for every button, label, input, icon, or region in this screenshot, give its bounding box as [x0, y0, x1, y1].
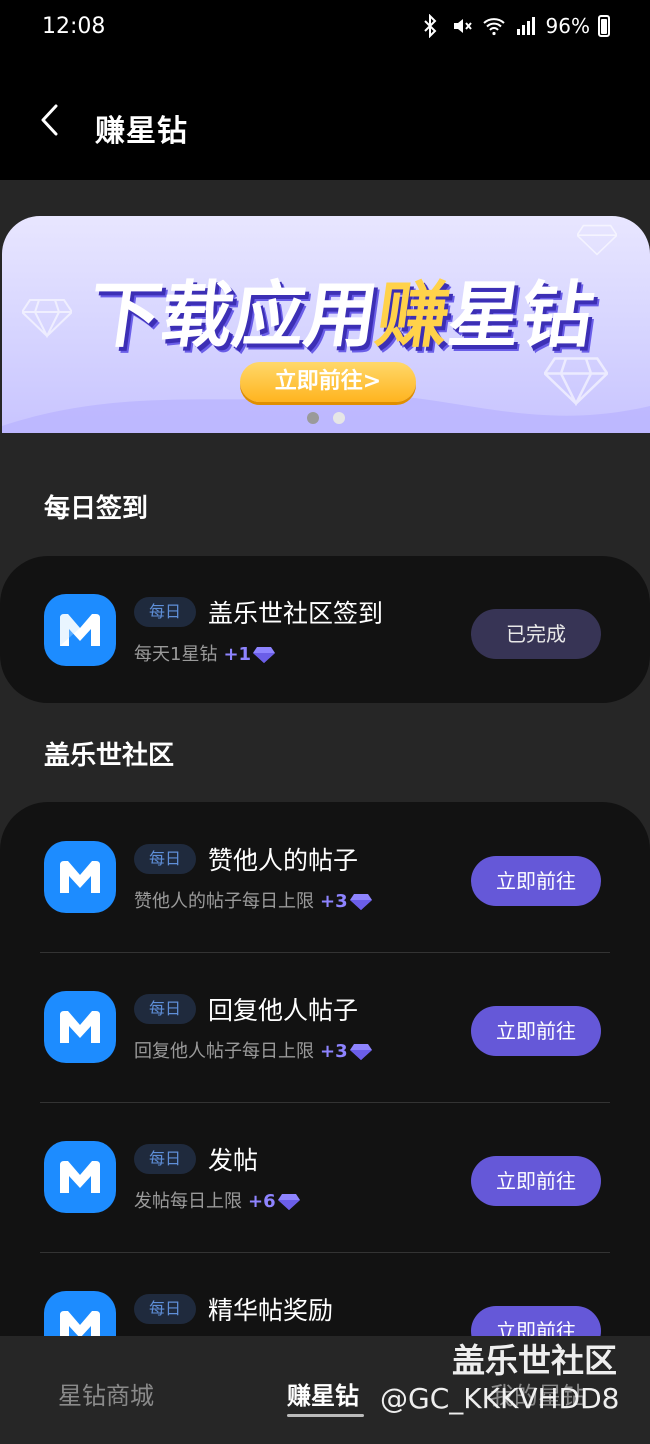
daily-tag: 每日: [134, 994, 196, 1024]
list-item: 每日 回复他人帖子 回复他人帖子每日上限 +3 立即前往: [0, 952, 650, 1102]
battery-percent: 96%: [545, 14, 590, 38]
members-app-icon: [44, 594, 116, 666]
task-desc: 每天1星钻 +1: [134, 640, 276, 666]
list-item: 每日 盖乐世社区签到 每天1星钻 +1 已完成: [0, 556, 650, 706]
banner-headline-part1: 下载应用: [83, 273, 384, 357]
promo-banner[interactable]: 下载应用赚星钻 立即前往>: [2, 216, 650, 433]
task-desc-text: 赞他人的帖子每日上限: [134, 891, 314, 912]
section-title-community: 盖乐世社区: [44, 741, 175, 771]
status-time: 12:08: [42, 14, 106, 39]
diamond-icon: [349, 1044, 372, 1060]
daily-tag: 每日: [134, 1144, 196, 1174]
list-item: 每日 发帖 发帖每日上限 +6 立即前往: [0, 1102, 650, 1252]
carousel-dot-active[interactable]: [307, 412, 319, 424]
task-name: 发帖: [208, 1146, 259, 1175]
task-desc: 发帖每日上限 +6: [134, 1187, 300, 1213]
carousel-dot[interactable]: [333, 412, 345, 424]
task-name: 精华帖奖励: [208, 1296, 334, 1325]
task-name: 盖乐世社区签到: [208, 599, 384, 628]
members-app-icon: [44, 841, 116, 913]
task-name: 赞他人的帖子: [208, 846, 359, 875]
nav-active-indicator: [287, 1414, 364, 1417]
members-app-icon: [44, 1141, 116, 1213]
bluetooth-icon: [423, 14, 436, 38]
reward-amount: +6: [248, 1191, 276, 1212]
signal-icon: [516, 17, 535, 35]
reward-amount: +3: [320, 1041, 348, 1062]
status-bar: 12:08 96%: [0, 0, 650, 60]
battery-icon: [598, 15, 610, 37]
diamond-icon: [349, 894, 372, 910]
go-button[interactable]: 立即前往: [471, 1156, 601, 1206]
nav-item-star-mall[interactable]: 星钻商城: [58, 1376, 154, 1411]
task-desc-text: 发帖每日上限: [134, 1191, 242, 1212]
task-desc: 回复他人帖子每日上限 +3: [134, 1037, 372, 1063]
wifi-icon: [482, 18, 505, 36]
daily-tag: 每日: [134, 1294, 196, 1324]
task-name: 回复他人帖子: [208, 996, 359, 1025]
members-app-icon: [44, 991, 116, 1063]
banner-go-button[interactable]: 立即前往>: [240, 362, 416, 402]
nav-item-earn-stars[interactable]: 赚星钻: [287, 1376, 359, 1411]
mute-icon: [453, 19, 472, 33]
task-desc-text: 回复他人帖子每日上限: [134, 1041, 314, 1062]
task-desc-text: 每天1星钻: [134, 644, 218, 665]
watermark-title: 盖乐世社区: [452, 1341, 617, 1380]
diamond-icon: [577, 224, 617, 256]
reward-amount: +1: [223, 644, 252, 665]
daily-checkin-card: 每日 盖乐世社区签到 每天1星钻 +1 已完成: [0, 556, 650, 703]
daily-tag: 每日: [134, 844, 196, 874]
diamond-icon: [22, 299, 72, 338]
task-desc: 赞他人的帖子每日上限 +3: [134, 887, 372, 913]
status-icons: 96%: [418, 14, 610, 38]
list-item: 每日 赞他人的帖子 赞他人的帖子每日上限 +3 立即前往: [0, 802, 650, 952]
banner-headline: 下载应用赚星钻: [83, 256, 602, 361]
community-tasks-card: 每日 赞他人的帖子 赞他人的帖子每日上限 +3 立即前往 每日 回复他人帖子 回复…: [0, 802, 650, 1363]
banner-headline-part3: 星钻: [443, 273, 600, 357]
top-app-bar: 赚星钻: [0, 60, 650, 180]
checkin-completed-button[interactable]: 已完成: [471, 609, 601, 659]
go-button[interactable]: 立即前往: [471, 1006, 601, 1056]
back-arrow-icon[interactable]: [30, 98, 74, 142]
go-button[interactable]: 立即前往: [471, 856, 601, 906]
banner-headline-highlight: 赚: [371, 273, 456, 357]
watermark-handle: @GC_KKKVHDD8: [380, 1382, 620, 1415]
section-title-daily: 每日签到: [44, 494, 149, 524]
page-title: 赚星钻: [95, 114, 188, 149]
reward-amount: +3: [320, 891, 348, 912]
daily-tag: 每日: [134, 597, 196, 627]
diamond-icon: [277, 1194, 300, 1210]
diamond-icon: [253, 647, 276, 663]
